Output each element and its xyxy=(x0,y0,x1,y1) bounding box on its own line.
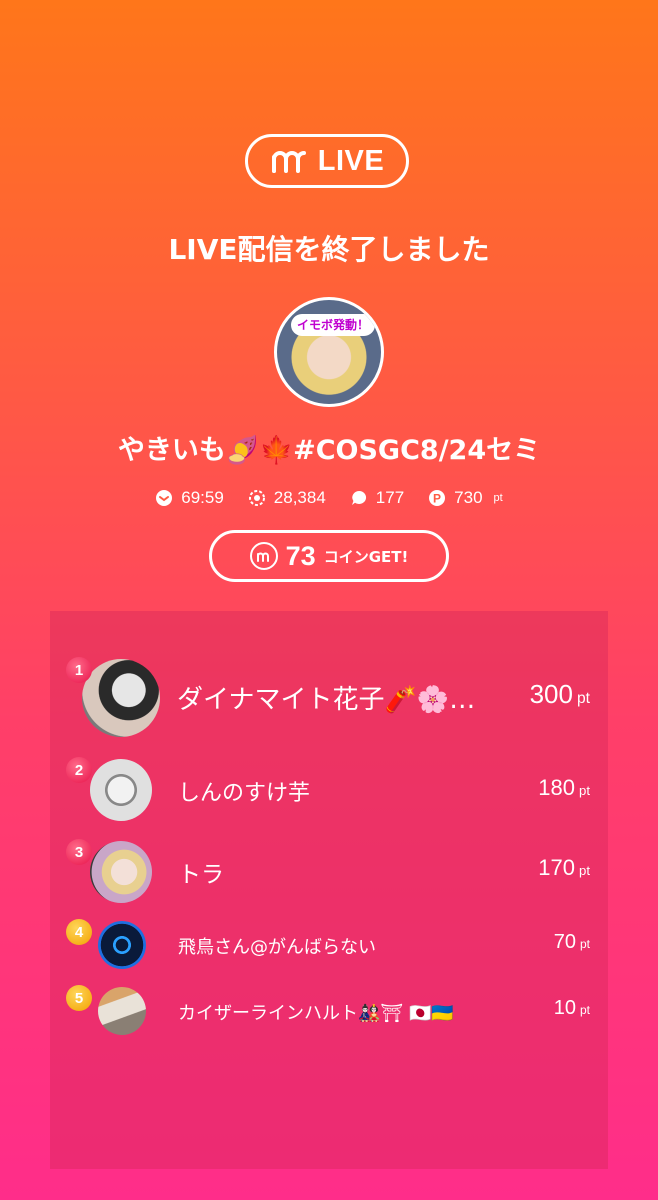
stream-title: やきいも🍠🍁#COSGC8/24セミ xyxy=(117,435,541,466)
viewers-stat: 28,384 xyxy=(248,488,326,508)
coin-amount: 73 xyxy=(285,540,316,571)
ranking-row[interactable]: 4 飛鳥さん@がんばらない 70 pt xyxy=(50,919,608,969)
ranking-points: 180 pt xyxy=(538,775,590,800)
avatar-banner-text: イモボ発動！ xyxy=(291,314,375,336)
coin-icon xyxy=(249,542,278,570)
ranking-name: トラ xyxy=(178,862,224,888)
ranking-name: しんのすけ芋 xyxy=(178,781,311,806)
ranking-name: カイザーラインハルト🎎⛩ 🇯🇵🇺🇦 xyxy=(178,1003,454,1024)
rank-badge: 4 xyxy=(66,919,92,945)
coin-label: コインGET! xyxy=(323,547,409,566)
rank-badge: 2 xyxy=(66,757,92,783)
live-logo-badge: LIVE xyxy=(245,134,409,188)
avatar xyxy=(90,841,152,903)
ranking-points: 300 pt xyxy=(529,679,590,709)
points-unit: pt xyxy=(493,492,503,504)
points-p-icon: P xyxy=(429,490,446,506)
duration-value: 69:59 xyxy=(181,488,224,507)
ranking-points: 70 pt xyxy=(553,931,590,953)
ranking-points: 10 pt xyxy=(553,997,590,1019)
ranking-row[interactable]: 5 カイザーラインハルト🎎⛩ 🇯🇵🇺🇦 10 pt xyxy=(50,985,608,1035)
stream-stats: 69:59 28,384 177 P 730 pt xyxy=(0,488,658,508)
ranking-name: 飛鳥さん@がんばらない xyxy=(178,937,376,958)
clock-icon xyxy=(156,490,173,506)
svg-text:P: P xyxy=(433,492,441,506)
streamer-avatar: イモボ発動！ xyxy=(274,297,384,407)
ranking-row[interactable]: 1 ダイナマイト花子🧨🌸… 300 pt xyxy=(50,657,608,737)
rank-badge: 1 xyxy=(66,657,92,683)
live-label: LIVE xyxy=(317,144,385,177)
points-stat: P 730 pt xyxy=(428,488,503,508)
avatar xyxy=(98,921,146,969)
rank-badge: 3 xyxy=(66,839,92,865)
ranking-row[interactable]: 2 しんのすけ芋 180 pt xyxy=(50,757,608,821)
ranking-points: 170 pt xyxy=(538,855,590,880)
comments-stat: 177 xyxy=(350,488,404,508)
mixch-logo-icon xyxy=(271,151,306,173)
points-value: 730 xyxy=(454,488,483,507)
comments-value: 177 xyxy=(375,488,405,507)
comment-bubble-icon xyxy=(351,490,366,505)
rank-badge: 5 xyxy=(66,985,92,1011)
live-ended-message: LIVE配信を終了しました xyxy=(168,233,490,266)
viewers-value: 28,384 xyxy=(273,488,326,507)
avatar xyxy=(90,759,152,821)
ranking-name: ダイナマイト花子🧨🌸… xyxy=(177,685,476,715)
avatar xyxy=(98,987,146,1035)
duration-stat: 69:59 xyxy=(155,488,224,508)
avatar xyxy=(82,659,160,737)
ranking-row[interactable]: 3 トラ 170 pt xyxy=(50,839,608,903)
gift-ranking-panel: 1 ダイナマイト花子🧨🌸… 300 pt 2 しんのすけ芋 180 pt 3 トラ … xyxy=(50,611,608,1169)
viewers-icon xyxy=(248,490,265,506)
coin-get-badge: 73 コインGET! xyxy=(209,530,449,582)
